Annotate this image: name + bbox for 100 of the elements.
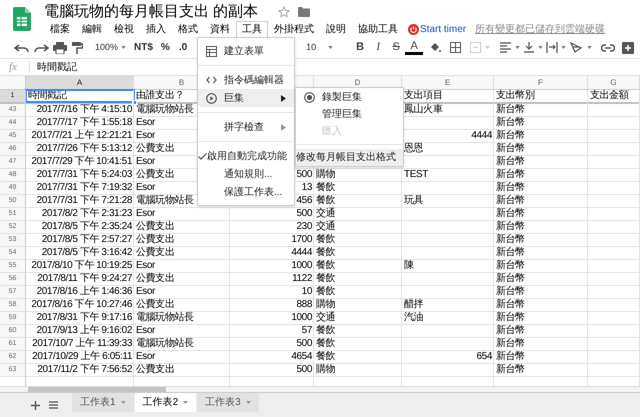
menu-item[interactable]: 協助工具: [352, 21, 404, 37]
menu-item[interactable]: 編輯: [76, 21, 108, 37]
menu-item[interactable]: 外掛程式: [268, 21, 320, 37]
table-cell: 1700: [291, 234, 312, 245]
menu-item[interactable]: 格式: [172, 21, 204, 37]
table-cell: 餐飲: [316, 286, 336, 297]
vertical-align-icon[interactable]: [523, 42, 544, 53]
table-cell: 新台幣: [496, 260, 525, 271]
table-cell: 10: [302, 286, 312, 297]
sheets-logo-icon[interactable]: [13, 7, 31, 31]
table-cell: 57: [302, 325, 312, 336]
text-rotation-icon[interactable]: [570, 42, 592, 53]
sheet-tab[interactable]: 工作表3: [197, 393, 259, 412]
menu-option[interactable]: 保護工作表...: [198, 183, 294, 201]
sheet-list-icon[interactable]: [49, 401, 58, 409]
menu-option[interactable]: 拼字檢查: [198, 118, 294, 136]
table-cell: 新台幣: [496, 182, 525, 193]
undo-icon[interactable]: [13, 42, 31, 54]
table-cell: 恩恩: [404, 143, 424, 154]
table-cell: 公費支出: [136, 247, 174, 258]
code-icon: [206, 76, 216, 84]
table-cell: 餐飲: [316, 195, 336, 206]
play-circle-icon: [206, 92, 216, 104]
insert-comment-icon[interactable]: [622, 42, 634, 54]
table-cell: 2017/8/2 下午 2:31:23: [42, 208, 132, 219]
table-cell: 新台幣: [496, 143, 525, 154]
table-cell: 2017/7/31 下午 7:19:32: [36, 182, 132, 193]
align-left-icon[interactable]: [500, 42, 520, 53]
dropdown-caret-icon: [121, 46, 126, 49]
percent-format-button[interactable]: %: [160, 40, 170, 55]
table-cell: 餐飲: [316, 351, 336, 362]
table-cell: 新台幣: [496, 117, 525, 128]
menu-item[interactable]: 說明: [320, 21, 352, 37]
menu-option[interactable]: 建立表單: [198, 42, 294, 60]
redo-icon[interactable]: [32, 42, 50, 54]
menu-option[interactable]: 修改每月帳目支出格式: [296, 149, 403, 166]
table-cell: 新台幣: [496, 325, 525, 336]
table-cell: 1000: [291, 260, 312, 271]
menu-option[interactable]: 巨集: [198, 89, 294, 107]
merge-cells-icon[interactable]: [470, 42, 490, 53]
start-timer-link[interactable]: Start timer: [420, 22, 466, 36]
folder-icon[interactable]: [298, 6, 310, 16]
menu-item[interactable]: 檔案: [44, 21, 76, 37]
borders-icon[interactable]: [450, 42, 462, 53]
table-cell: 公費支出: [136, 143, 174, 154]
table-cell: 2017/7/26 下午 5:13:12: [36, 143, 132, 154]
table-cell: 500: [296, 338, 312, 349]
paint-format-icon[interactable]: [71, 42, 83, 54]
formula-field[interactable]: 時間戳記: [37, 60, 77, 74]
column-header[interactable]: G: [588, 76, 640, 89]
currency-format-button[interactable]: NT$: [134, 40, 153, 55]
print-icon[interactable]: [52, 42, 68, 54]
zoom-dropdown[interactable]: 100%: [95, 40, 129, 54]
table-cell: 新台幣: [496, 221, 525, 232]
sheet-tab[interactable]: 工作表1: [72, 393, 134, 412]
table-cell: 2017/8/5 下午 2:35:24: [42, 221, 132, 232]
italic-button[interactable]: I: [369, 39, 388, 56]
text-wrap-icon[interactable]: [546, 42, 566, 53]
menu-option[interactable]: 錄製巨集: [296, 89, 403, 106]
font-size-dropdown[interactable]: 10: [306, 40, 340, 54]
table-cell: 汽油: [404, 312, 424, 323]
sheet-tab[interactable]: 工作表2: [134, 393, 196, 412]
add-sheet-icon[interactable]: [31, 401, 40, 410]
decrease-decimal-button[interactable]: .0: [178, 42, 188, 52]
menu-item[interactable]: 資料: [204, 21, 236, 37]
fill-color-icon[interactable]: [429, 42, 442, 54]
scrollbar-thumb[interactable]: [28, 387, 166, 392]
column-header[interactable]: A: [26, 76, 134, 89]
table-cell: 新台幣: [496, 208, 525, 219]
menu-item[interactable]: 檢視: [108, 21, 140, 37]
table-cell: 2017/8/11 下午 9:24:27: [37, 273, 132, 284]
table-cell: 1000: [291, 312, 312, 323]
menu-item[interactable]: 插入: [140, 21, 172, 37]
menu-option[interactable]: 管理巨集: [296, 106, 403, 123]
table-cell: Esor: [136, 130, 155, 141]
menu-option[interactable]: 啟用自動完成功能: [198, 147, 294, 165]
bold-button[interactable]: B: [351, 39, 370, 56]
link-icon[interactable]: [601, 44, 616, 52]
table-cell: 新台幣: [496, 234, 525, 245]
table-cell: Esor: [136, 117, 155, 128]
header-cell: 支出幣別: [496, 90, 534, 101]
document-title[interactable]: 電腦玩物的每月帳目支出 的副本: [44, 2, 258, 20]
star-icon[interactable]: [278, 6, 290, 18]
table-cell: 2017/7/31 下午 7:21:28: [36, 195, 132, 206]
column-header[interactable]: F: [494, 76, 588, 89]
table-cell: 4444: [471, 130, 492, 141]
table-cell: 餐飲: [316, 247, 336, 258]
table-cell: 公費支出: [136, 364, 174, 375]
record-icon: [304, 92, 314, 103]
table-cell: 交通: [316, 221, 336, 232]
text-color-button[interactable]: A: [405, 40, 424, 54]
strikethrough-button[interactable]: S: [387, 39, 406, 56]
table-cell: 2017/11/2 下午 7:56:52: [37, 364, 132, 375]
menu-item[interactable]: 工具: [236, 21, 268, 37]
table-cell: 888: [296, 299, 312, 310]
menu-option[interactable]: 通知規則...: [198, 165, 294, 183]
function-label: fx: [9, 60, 18, 75]
table-cell: 公費支出: [136, 299, 174, 310]
save-status-link[interactable]: 所有變更都已儲存到雲端硬碟: [475, 22, 606, 36]
table-cell: 公費支出: [136, 221, 174, 232]
